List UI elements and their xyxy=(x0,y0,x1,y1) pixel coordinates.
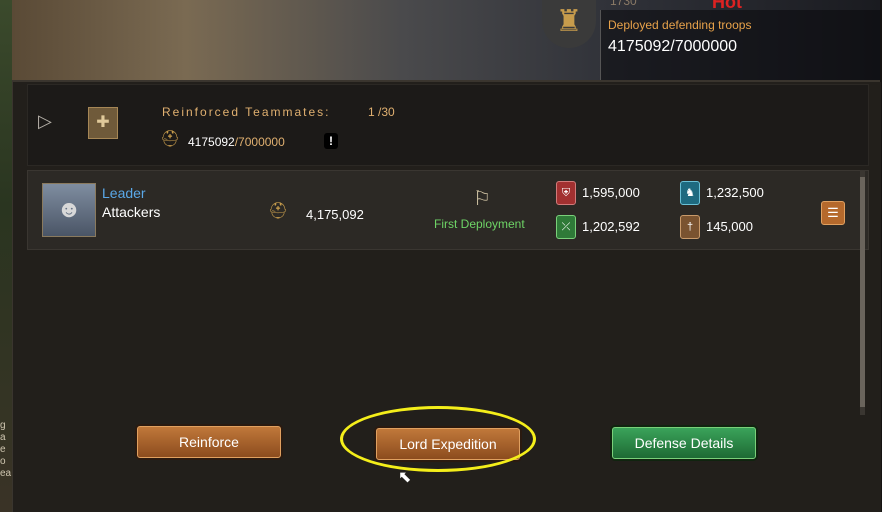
stat-value: 1,232,500 xyxy=(706,185,764,200)
reinforced-section: ▷ ✚ Reinforced Teammates: 1 /30 ⛑ 417509… xyxy=(27,84,869,166)
left-edge-strip: g a e o ea xyxy=(0,0,12,512)
info-icon[interactable]: ! xyxy=(324,133,338,149)
stat-value: 1,202,592 xyxy=(582,219,640,234)
reinforced-troops: 4175092/7000000 xyxy=(188,135,285,149)
reinforce-badge-icon: ✚ xyxy=(88,107,118,139)
troops-max: /7000000 xyxy=(234,135,285,149)
deployed-value: 4175092/7000000 xyxy=(608,38,738,55)
reinforce-button[interactable]: Reinforce xyxy=(137,426,281,458)
leader-name: Attackers xyxy=(102,204,161,220)
flag-icon: ⚐ xyxy=(473,188,491,210)
defense-details-button[interactable]: Defense Details xyxy=(612,427,756,459)
teal-horse-icon: ♞ xyxy=(680,181,700,205)
left-edge-text: g a e o ea xyxy=(0,420,12,479)
top-number: 1730 xyxy=(610,0,637,8)
stat-value: 1,595,000 xyxy=(582,185,640,200)
scrollbar-thumb[interactable] xyxy=(860,177,865,407)
brown-sword-icon: † xyxy=(680,215,700,239)
reinforced-count: 1 /30 xyxy=(368,105,395,119)
mouse-cursor-icon: ⬉ xyxy=(398,469,412,486)
troops-helmet-icon: ⛑ xyxy=(268,203,289,220)
deployment-status: First Deployment xyxy=(434,217,525,231)
leader-row: ☻ Leader Attackers ⛑ 4,175,092 ⚐ First D… xyxy=(27,170,869,250)
red-shield-icon: ⛨ xyxy=(556,181,576,205)
banner: ♜ 1730 Hot Deployed defending troops 417… xyxy=(12,0,880,82)
details-list-icon[interactable]: ☰ xyxy=(821,201,845,225)
helmet-icon: ⛑ xyxy=(160,131,181,148)
leader-role: Leader xyxy=(102,185,146,201)
expand-arrow-icon[interactable]: ▷ xyxy=(38,111,52,132)
avatar: ☻ xyxy=(42,183,96,237)
castle-emblem-icon: ♜ xyxy=(542,0,596,48)
deployed-label: Deployed defending troops xyxy=(608,18,752,32)
troops-current: 4175092 xyxy=(188,135,235,149)
lord-expedition-button[interactable]: Lord Expedition xyxy=(376,428,520,460)
reinforced-title: Reinforced Teammates: xyxy=(162,105,331,119)
stat-value: 145,000 xyxy=(706,219,753,234)
leader-troops: 4,175,092 xyxy=(306,207,364,222)
green-arrows-icon: ⤫ xyxy=(556,215,576,239)
